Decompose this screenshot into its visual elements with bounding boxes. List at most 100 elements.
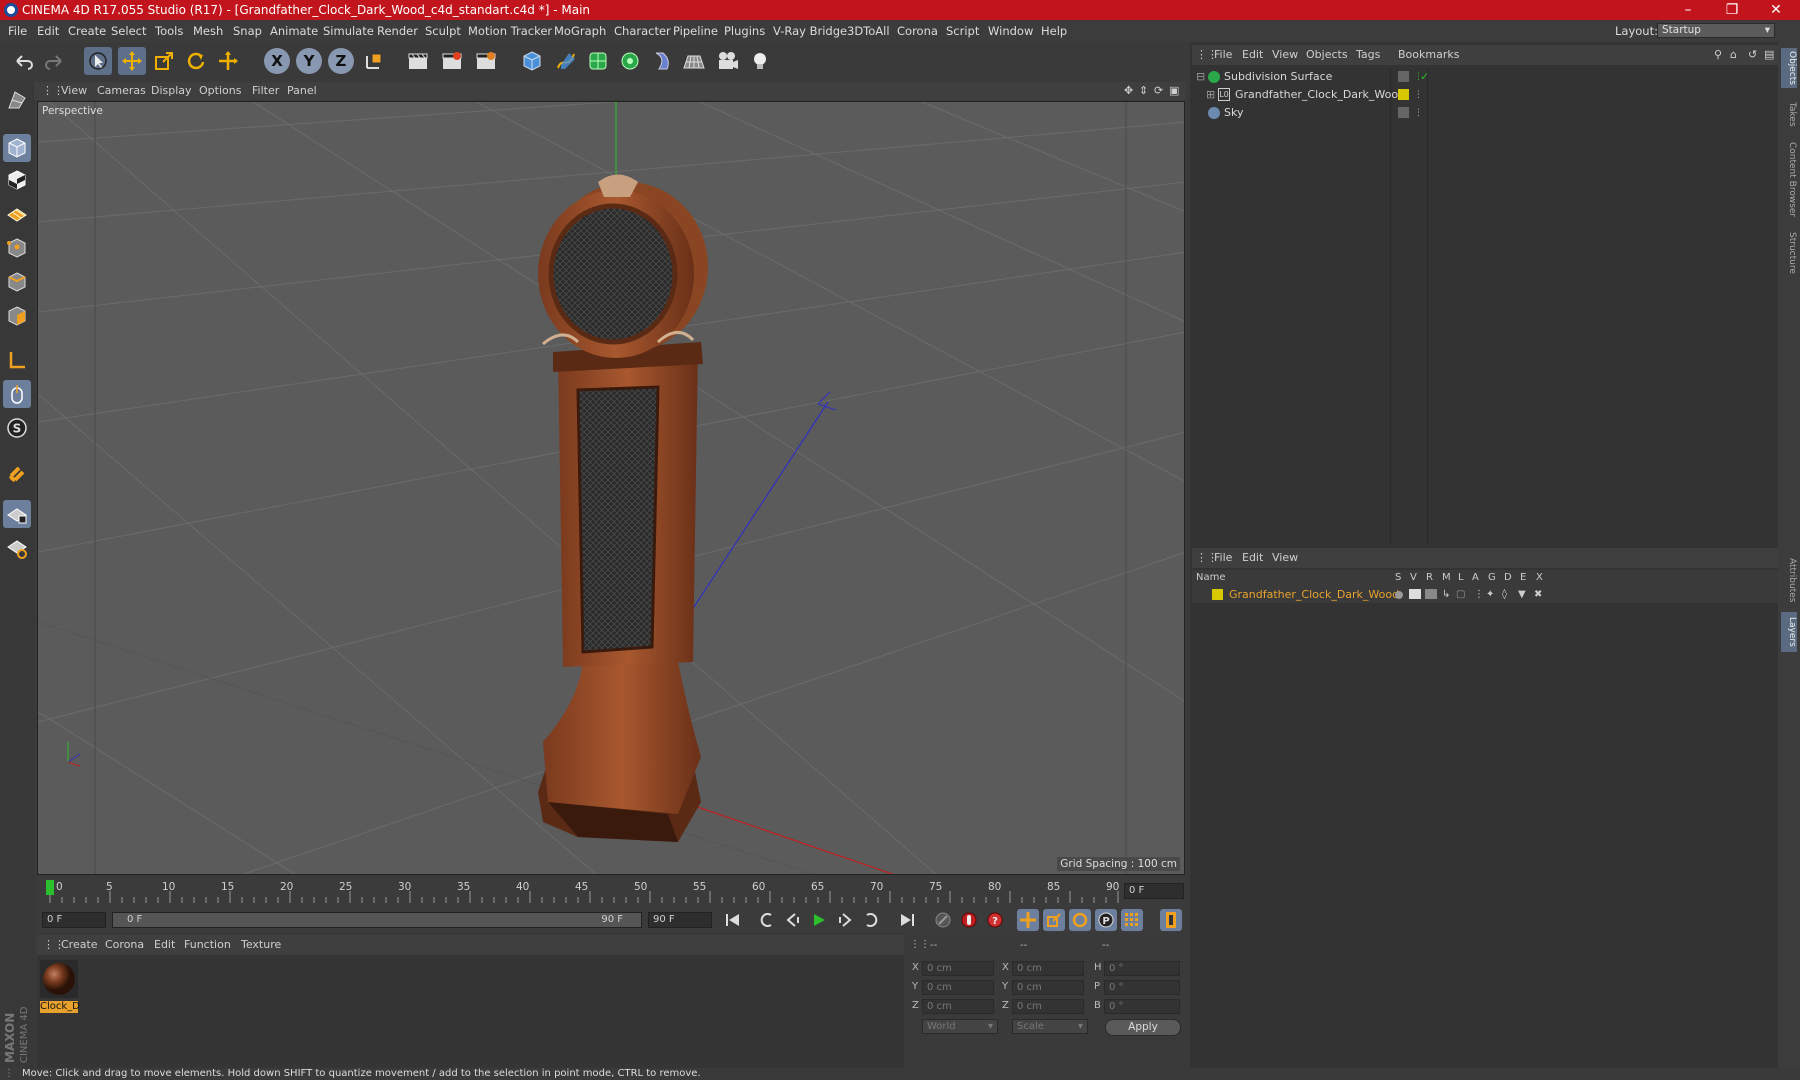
apply-button[interactable]: Apply — [1105, 1019, 1181, 1036]
viewport-menu-view[interactable]: View — [61, 82, 87, 100]
add-camera-button[interactable] — [714, 47, 742, 75]
menu-create[interactable]: Create — [68, 20, 106, 42]
objects-menu-bookmarks[interactable]: Bookmarks — [1398, 45, 1459, 65]
material-menu-texture[interactable]: Texture — [241, 935, 281, 955]
texture-mode-button[interactable] — [3, 166, 31, 194]
tab-content-browser[interactable]: Content Browser — [1781, 140, 1797, 220]
layer-col-l[interactable]: L — [1458, 570, 1464, 586]
layer-animation-icon[interactable]: ⋮ — [1474, 586, 1484, 603]
coord-size-x-field[interactable]: 0 cm — [1012, 961, 1084, 976]
playhead[interactable] — [46, 880, 54, 895]
coord-world-select[interactable]: World ▾ — [922, 1019, 998, 1034]
timeline-ruler[interactable]: 0 5 10 15 20 25 30 35 40 45 50 55 60 65 … — [37, 877, 1185, 905]
menu-help[interactable]: Help — [1041, 20, 1067, 42]
render-settings-button[interactable] — [472, 47, 500, 75]
axis-mode-button[interactable] — [3, 346, 31, 374]
tab-attributes[interactable]: Attributes — [1781, 552, 1797, 608]
objects-menu-tags[interactable]: Tags — [1356, 45, 1380, 65]
objects-menu-file[interactable]: File — [1214, 45, 1232, 65]
objects-menu-objects[interactable]: Objects — [1306, 45, 1348, 65]
undo-button[interactable] — [10, 47, 38, 75]
play-button[interactable] — [808, 909, 830, 931]
live-selection-button[interactable] — [84, 47, 112, 75]
menu-corona[interactable]: Corona — [897, 20, 938, 42]
viewport-maximize-icon[interactable]: ▣ — [1169, 82, 1179, 100]
coord-size-z-field[interactable]: 0 cm — [1012, 999, 1084, 1014]
render-view-button[interactable] — [404, 47, 432, 75]
objects-arrow-icon[interactable]: ↺ — [1748, 45, 1757, 65]
coord-size-y-field[interactable]: 0 cm — [1012, 980, 1084, 995]
auto-key-button[interactable]: ? — [984, 909, 1006, 931]
next-frame-button[interactable] — [834, 909, 856, 931]
viewport-rotate-icon[interactable]: ⟳ — [1154, 82, 1163, 100]
menu-render[interactable]: Render — [377, 20, 418, 42]
snap-button[interactable] — [3, 458, 31, 486]
layer-color-swatch[interactable] — [1212, 589, 1223, 600]
transform-tool-button[interactable] — [214, 47, 242, 75]
go-to-end-button[interactable] — [896, 909, 918, 931]
z-axis-lock-button[interactable]: Z — [328, 48, 354, 74]
add-cloner-button[interactable] — [616, 47, 644, 75]
material-menu-edit[interactable]: Edit — [154, 935, 175, 955]
render-picture-viewer-button[interactable] — [438, 47, 466, 75]
objects-menu-view[interactable]: View — [1272, 45, 1298, 65]
viewport-menu-panel[interactable]: Panel — [287, 82, 317, 100]
add-subdivision-button[interactable] — [584, 47, 612, 75]
layer-solo-icon[interactable] — [1395, 591, 1403, 599]
previous-frame-button[interactable] — [782, 909, 804, 931]
record-button[interactable] — [958, 909, 980, 931]
layer-row[interactable]: Grandfather_Clock_Dark_Wood ↳ ▢ ⋮ ✦ ◊ ▼ … — [1192, 586, 1778, 603]
tree-expand-icon[interactable]: ⊞ — [1206, 86, 1215, 104]
add-cube-button[interactable] — [518, 47, 546, 75]
end-frame-field[interactable]: 90 F — [648, 912, 712, 928]
minimize-button[interactable]: – — [1668, 0, 1708, 20]
tree-collapse-icon[interactable]: ⊟ — [1196, 68, 1205, 86]
add-spline-button[interactable] — [552, 47, 580, 75]
coordinate-system-button[interactable] — [360, 47, 388, 75]
menu-character[interactable]: Character — [614, 20, 671, 42]
layer-generators-icon[interactable]: ✦ — [1486, 586, 1494, 603]
add-deformer-button[interactable] — [648, 47, 676, 75]
enabled-check-icon[interactable]: ✓ — [1420, 68, 1429, 86]
layer-lock-icon[interactable]: ▢ — [1456, 586, 1465, 603]
go-to-start-button[interactable] — [722, 909, 744, 931]
layer-col-e[interactable]: E — [1520, 570, 1526, 586]
viewport-menu-options[interactable]: Options — [199, 82, 241, 100]
menu-pipeline[interactable]: Pipeline — [673, 20, 718, 42]
objects-home-icon[interactable]: ⌂ — [1730, 45, 1737, 65]
add-floor-button[interactable] — [680, 47, 708, 75]
scale-tool-button[interactable] — [150, 47, 178, 75]
layer-col-r[interactable]: R — [1426, 570, 1433, 586]
object-row-sky[interactable]: Sky ⋮ — [1192, 104, 1778, 122]
coord-pos-x-field[interactable]: 0 cm — [922, 961, 994, 976]
menu-animate[interactable]: Animate — [270, 20, 318, 42]
material-menu-create[interactable]: Create — [61, 935, 98, 955]
layer-col-v[interactable]: V — [1410, 570, 1417, 586]
tab-objects[interactable]: Objects — [1781, 48, 1797, 88]
edges-mode-button[interactable] — [3, 268, 31, 296]
points-mode-button[interactable] — [3, 234, 31, 262]
object-row-subdivision-surface[interactable]: ⊟ Subdivision Surface ⋮ ✓ — [1192, 68, 1778, 86]
objects-menu-edit[interactable]: Edit — [1242, 45, 1263, 65]
menu-window[interactable]: Window — [988, 20, 1033, 42]
coord-scale-select[interactable]: Scale ▾ — [1012, 1019, 1088, 1034]
x-axis-lock-button[interactable]: X — [264, 48, 290, 74]
timeline-window-button[interactable] — [1160, 909, 1182, 931]
layer-col-s[interactable]: S — [1395, 570, 1401, 586]
layer-name[interactable]: Grandfather_Clock_Dark_Wood — [1229, 586, 1399, 603]
layer-deformers-icon[interactable]: ◊ — [1502, 586, 1507, 603]
visibility-dots-icon[interactable]: ⋮ — [1414, 86, 1423, 104]
viewport-menu-filter[interactable]: Filter — [252, 82, 279, 100]
layout-select[interactable]: Startup ▾ — [1657, 23, 1775, 38]
layer-expressions-icon[interactable]: ▼ — [1518, 586, 1526, 603]
polygons-mode-button[interactable] — [3, 302, 31, 330]
layer-visible-eye-icon[interactable] — [1409, 589, 1421, 599]
frame-range-slider[interactable]: 0 F 90 F — [112, 912, 642, 928]
close-button[interactable]: ✕ — [1756, 0, 1796, 20]
objects-layout-icon[interactable]: ▤ — [1764, 45, 1774, 65]
tab-layers[interactable]: Layers — [1781, 612, 1797, 652]
objects-search-icon[interactable]: ⚲ — [1714, 45, 1722, 65]
model-mode-button[interactable] — [3, 134, 31, 162]
key-rotation-button[interactable] — [1069, 909, 1091, 931]
menu-vray-bridge[interactable]: V-Ray Bridge — [773, 20, 847, 42]
